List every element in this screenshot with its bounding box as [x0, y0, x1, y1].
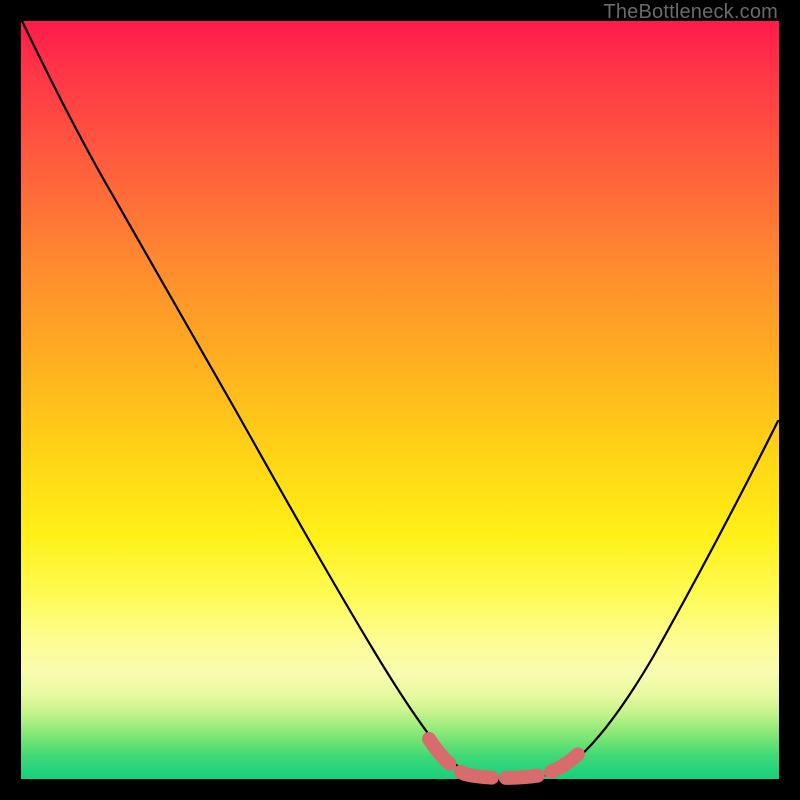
watermark-text: TheBottleneck.com	[603, 1, 778, 24]
basin-highlight	[429, 739, 587, 778]
bottleneck-curve	[22, 21, 778, 779]
curve-overlay	[21, 21, 779, 779]
chart-frame: TheBottleneck.com	[0, 0, 800, 800]
